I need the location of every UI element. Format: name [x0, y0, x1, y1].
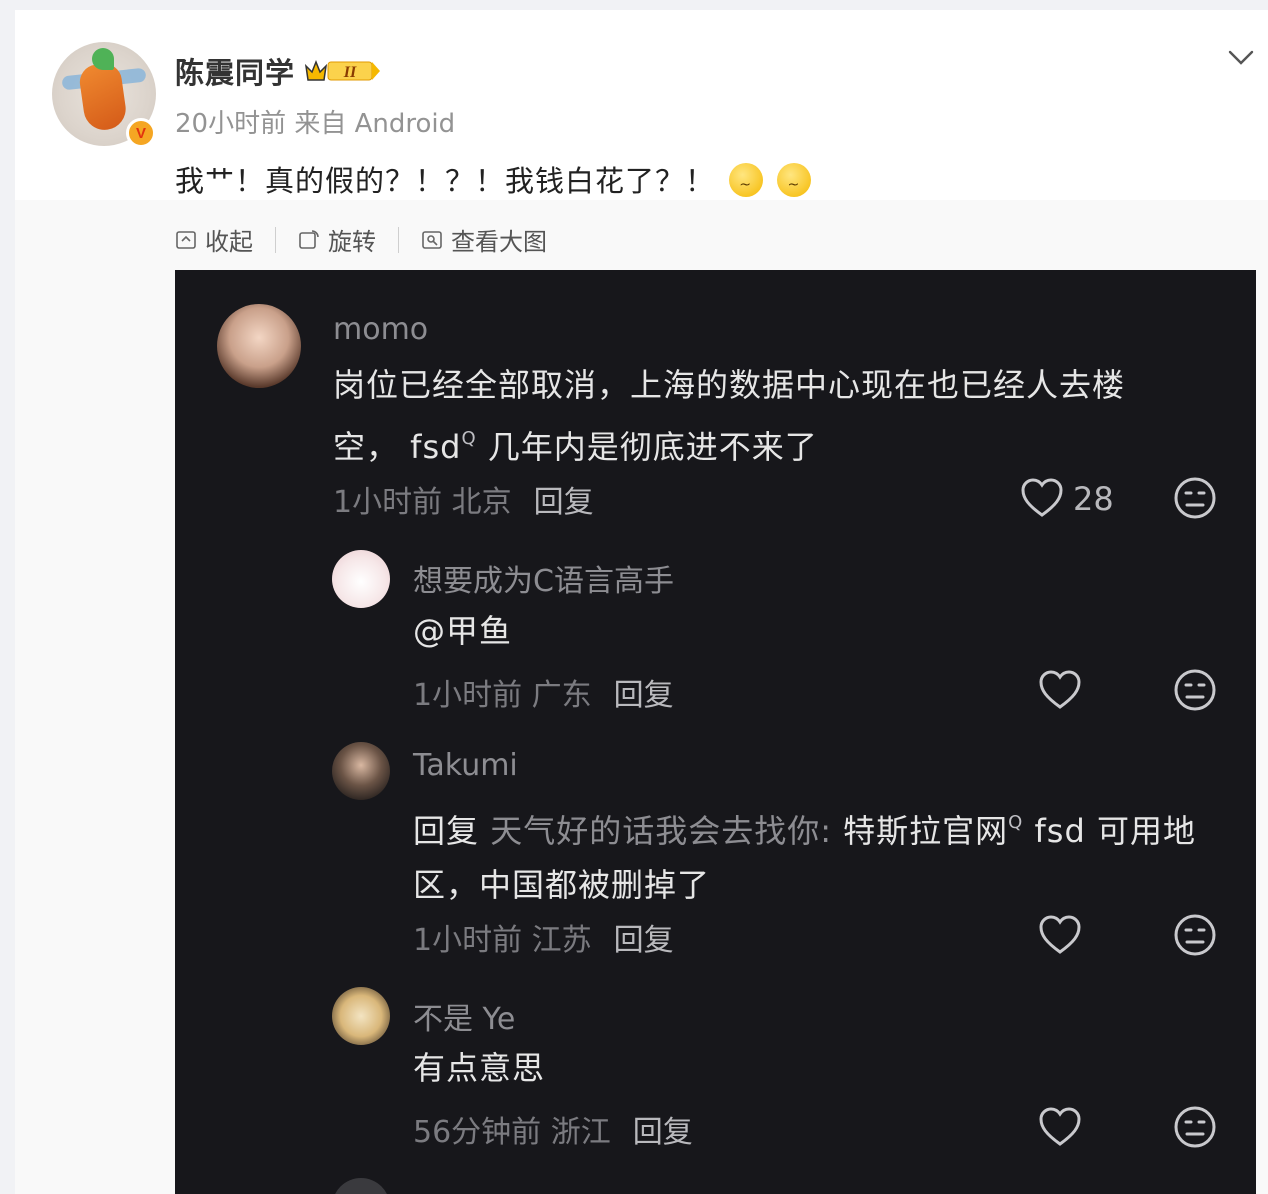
- heart-icon: [1039, 670, 1081, 709]
- comment-time-location: 56分钟前 浙江: [413, 1115, 611, 1150]
- comment-line: 岗位已经全部取消，上海的数据中心现在也已经人去楼: [333, 366, 1126, 404]
- post-meta: 20小时前 来自 Android: [175, 103, 455, 140]
- comment-line: 区，中国都被删掉了: [413, 866, 711, 904]
- comment-meta: 1小时前 北京 回复: [333, 477, 594, 521]
- comment-meta: 56分钟前 浙江 回复: [413, 1107, 693, 1151]
- commenter-name: Takumi: [413, 748, 518, 783]
- comment-line-part: 几年内是彻底进不来了: [476, 428, 818, 466]
- search-icon: Q: [1008, 812, 1024, 833]
- comment-line-part: fsd 可用地: [1023, 812, 1196, 850]
- collapse-icon: [176, 230, 196, 249]
- avatar-leaf: [92, 48, 114, 70]
- commenter-avatar: [332, 550, 390, 608]
- heart-icon: [1039, 915, 1081, 954]
- neutral-face-icon: [1174, 914, 1216, 956]
- like-count: 28: [1073, 480, 1114, 518]
- dizzy-face-emoji-icon: [729, 163, 764, 197]
- neutral-face-icon: [1174, 1106, 1216, 1148]
- toolbar-divider: [275, 226, 276, 253]
- rotate-button[interactable]: 旋转: [298, 222, 376, 257]
- neutral-face-icon: [1174, 669, 1216, 711]
- comment-meta: 1小时前 广东 回复: [413, 670, 674, 714]
- comment-text: @甲鱼: [413, 612, 513, 650]
- comment-time-location: 1小时前 广东: [413, 678, 592, 713]
- comment-text: 回复 天气好的话我会去找你: 特斯拉官网Q fsd 可用地 区，中国都被删掉了: [413, 796, 1196, 912]
- comment-line-part: 回复: [413, 812, 491, 850]
- commenter-avatar: [217, 304, 301, 388]
- comment-reply: 回复: [613, 678, 674, 713]
- post-text-content: 我艹！真的假的？！？！我钱白花了？！: [175, 164, 716, 198]
- collapse-button[interactable]: 收起: [175, 222, 253, 257]
- comment-reply: 回复: [533, 485, 594, 520]
- comment-text: 有点意思: [413, 1049, 546, 1087]
- commenter-name: momo: [333, 312, 429, 347]
- view-large-icon: [422, 230, 442, 249]
- commenter-name: 想要成为C语言高手: [413, 564, 674, 599]
- comment-reply: 回复: [613, 923, 674, 958]
- level-badge-text: II: [343, 64, 357, 81]
- level-badge-icon[interactable]: II: [304, 58, 382, 84]
- comment-text: 岗位已经全部取消，上海的数据中心现在也已经人去楼 空， fsdQ 几年内是彻底进…: [333, 358, 1125, 474]
- toolbar-divider: [398, 226, 399, 253]
- post-image[interactable]: momo 岗位已经全部取消，上海的数据中心现在也已经人去楼 空， fsdQ 几年…: [175, 270, 1256, 1194]
- heart-icon: [1039, 1107, 1081, 1146]
- view-large-label: 查看大图: [451, 228, 547, 256]
- comment-meta: 1小时前 江苏 回复: [413, 915, 674, 959]
- dizzy-face-emoji-icon: [777, 163, 812, 197]
- username[interactable]: 陈震同学: [175, 50, 295, 92]
- media-toolbar: 收起 旋转 查看大图: [175, 222, 547, 257]
- comment-line: 空， fsdQ 几年内是彻底进不来了: [333, 412, 1125, 474]
- rotate-icon: [299, 229, 319, 249]
- search-icon: Q: [461, 428, 477, 449]
- post-time[interactable]: 20小时前: [175, 109, 286, 139]
- view-large-button[interactable]: 查看大图: [421, 222, 547, 257]
- heart-icon: [1021, 478, 1063, 517]
- commenter-avatar: [332, 987, 390, 1045]
- reply-target: 天气好的话我会去找你:: [490, 812, 832, 850]
- commenter-avatar: [332, 1178, 390, 1194]
- comment-time-location: 1小时前 北京: [333, 485, 512, 520]
- verified-mark: V: [135, 124, 146, 142]
- comment-time-location: 1小时前 江苏: [413, 923, 592, 958]
- comment-line-part: 空， fsd: [333, 428, 462, 466]
- comment-reply: 回复: [632, 1115, 693, 1150]
- post-source: 来自 Android: [294, 109, 456, 139]
- commenter-avatar: [332, 742, 390, 800]
- commenter-name: 不是 Ye: [413, 1002, 516, 1037]
- verified-badge: V: [126, 118, 156, 148]
- post-text: 我艹！真的假的？！？！我钱白花了？！: [175, 158, 812, 200]
- collapse-label: 收起: [205, 228, 253, 256]
- rotate-label: 旋转: [328, 228, 376, 256]
- comment-line: 回复 天气好的话我会去找你: 特斯拉官网Q fsd 可用地: [413, 796, 1196, 858]
- neutral-face-icon: [1174, 477, 1216, 519]
- comment-line-part: 特斯拉官网: [831, 812, 1009, 850]
- chevron-down-icon[interactable]: [1228, 48, 1254, 68]
